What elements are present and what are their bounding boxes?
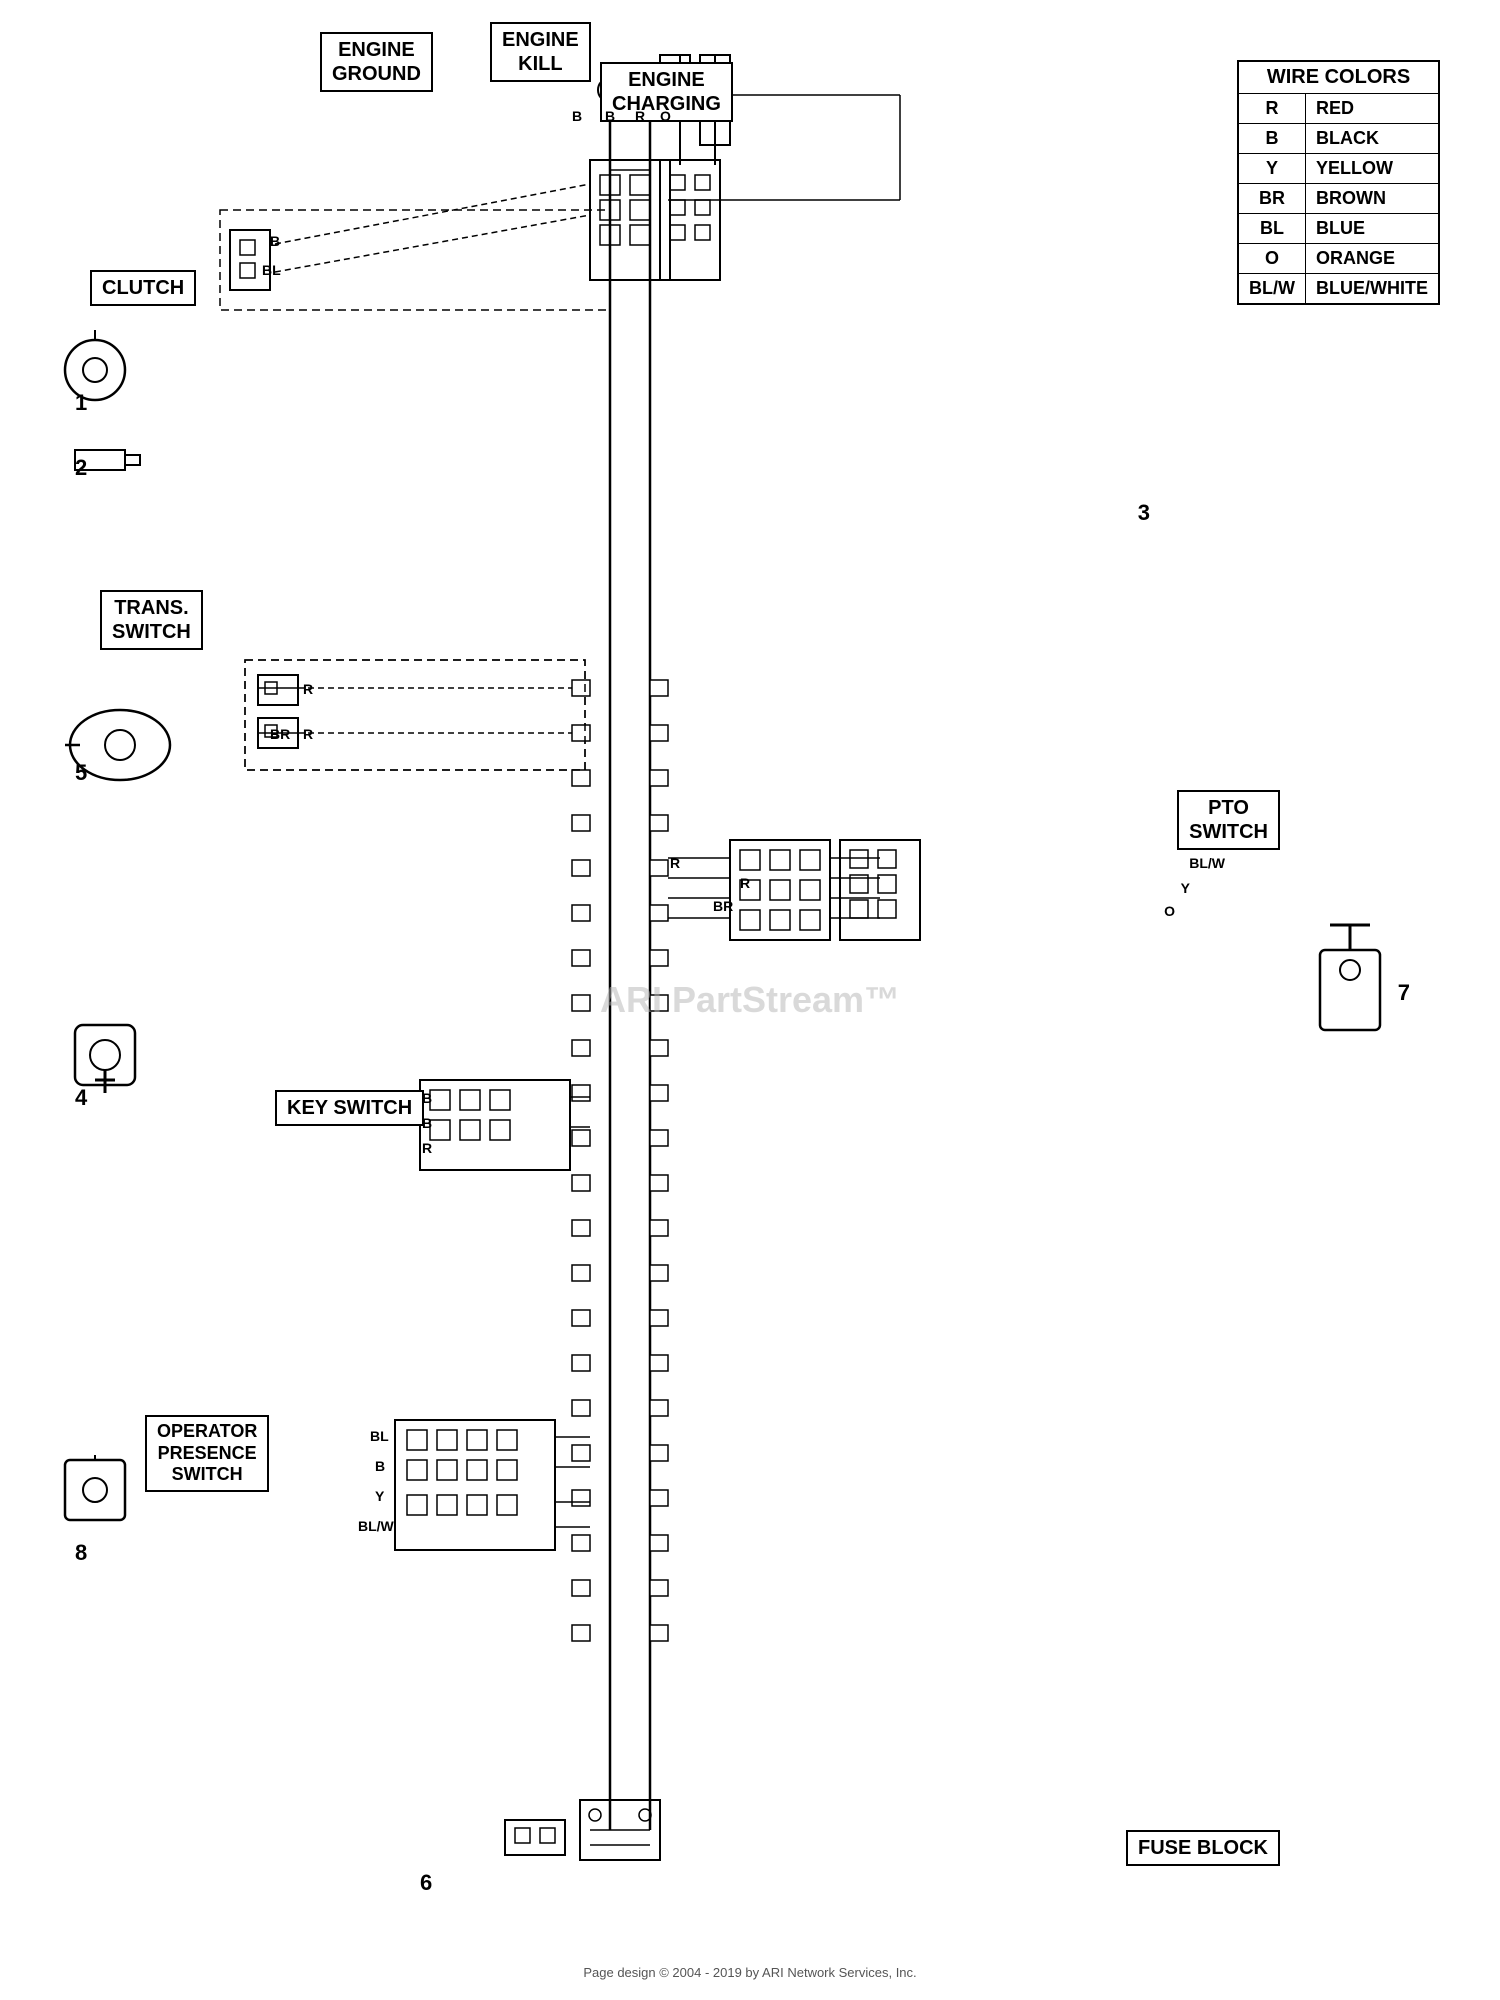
fuse-block-label: FUSE BLOCK: [1126, 1830, 1280, 1866]
wire-r-trans1: R: [303, 681, 313, 697]
engine-ground-label: ENGINE GROUND: [320, 32, 433, 92]
wire-r-key: R: [422, 1140, 432, 1156]
wire-y-ops: Y: [375, 1488, 384, 1504]
wire-y-pto: Y: [1181, 880, 1190, 896]
wire-colors-header: WIRE COLORS: [1238, 61, 1439, 94]
wire-color-y: YELLOW: [1306, 154, 1440, 184]
trans-switch-label: TRANS. SWITCH: [100, 590, 203, 650]
wire-color-r: RED: [1306, 94, 1440, 124]
wire-b-key1: B: [422, 1090, 432, 1106]
diagram-container: CLUTCH ENGINE GROUND ENGINE KILL ENGINE …: [0, 0, 1500, 2000]
wire-r-pto1: R: [670, 855, 680, 871]
wire-o-pto: O: [1164, 903, 1175, 919]
wire-r-engine: R: [635, 108, 645, 124]
wire-b-engine-left: B: [572, 108, 582, 124]
operator-presence-label: OPERATOR PRESENCE SWITCH: [145, 1415, 269, 1492]
trans-switch-icon: [60, 700, 180, 790]
wire-bl-clutch-bot: BL: [262, 262, 281, 278]
wire-color-b: BLACK: [1306, 124, 1440, 154]
component-6: 6: [420, 1870, 432, 1896]
clutch-label: CLUTCH: [90, 270, 196, 306]
wire-br-trans: BR: [270, 726, 290, 742]
wire-bl-ops: BL: [370, 1428, 389, 1444]
component-8: 8: [75, 1540, 87, 1566]
wire-b-clutch-top: B: [270, 233, 280, 249]
wire-color-bl: BLUE: [1306, 214, 1440, 244]
wire-b-key2: B: [422, 1115, 432, 1131]
ops-icon: [60, 1455, 140, 1535]
wire-r-trans2: R: [303, 726, 313, 742]
wire-code-blw: BL/W: [1238, 274, 1305, 305]
wire-code-y: Y: [1238, 154, 1305, 184]
wire-code-b: B: [1238, 124, 1305, 154]
wire-blw-pto: BL/W: [1189, 855, 1225, 871]
wire-r-pto2: R: [740, 875, 750, 891]
pto-switch-icon: [1310, 920, 1410, 1040]
wire-color-br: BROWN: [1306, 184, 1440, 214]
engine-kill-label: ENGINE KILL: [490, 22, 591, 82]
key-switch-icon: [65, 1015, 165, 1115]
wire-code-r: R: [1238, 94, 1305, 124]
wire-blw-ops: BL/W: [358, 1518, 394, 1534]
clutch-connector-icon: [70, 445, 150, 475]
wire-code-br: BR: [1238, 184, 1305, 214]
wire-br-pto: BR: [713, 898, 733, 914]
footer-text: Page design © 2004 - 2019 by ARI Network…: [583, 1965, 916, 1980]
clutch-icon: [55, 330, 135, 410]
pto-switch-label: PTO SWITCH: [1177, 790, 1280, 850]
key-switch-label: KEY SWITCH: [275, 1090, 424, 1126]
wire-o-engine: O: [660, 108, 671, 124]
wire-code-o: O: [1238, 244, 1305, 274]
component-3: 3: [1138, 500, 1150, 526]
wire-code-bl: BL: [1238, 214, 1305, 244]
wire-color-blw: BLUE/WHITE: [1306, 274, 1440, 305]
wire-b-engine-right: B: [605, 108, 615, 124]
wire-color-o: ORANGE: [1306, 244, 1440, 274]
wire-colors-table: WIRE COLORS R RED B BLACK Y YELLOW BR BR…: [1237, 60, 1440, 305]
wire-b-ops: B: [375, 1458, 385, 1474]
